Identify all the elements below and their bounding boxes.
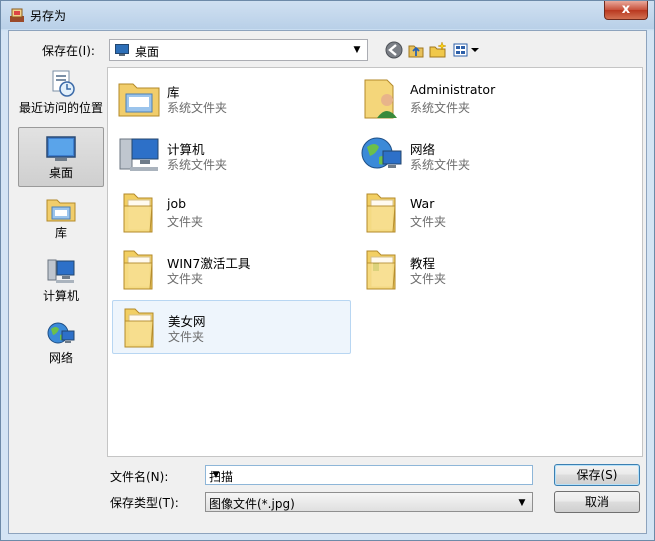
title-bar[interactable]: 另存为 x — [1, 1, 654, 29]
filetype-label: 保存类型(T): — [110, 496, 179, 510]
libraries-icon — [46, 199, 76, 222]
user-folder-icon — [364, 79, 397, 119]
filename-label: 文件名(N): — [110, 470, 169, 484]
chevron-down-icon[interactable]: ▼ — [515, 496, 529, 510]
network-icon — [361, 137, 402, 169]
cancel-button[interactable]: 取消 — [554, 491, 640, 513]
list-item[interactable]: 教程 文件夹 — [355, 243, 594, 297]
location-text: 桌面 — [135, 45, 160, 59]
list-item[interactable]: 美女网 文件夹 — [112, 300, 351, 354]
folder-icon — [123, 250, 153, 290]
item-type: 文件夹 — [167, 272, 204, 286]
save-as-dialog: 另存为 x 保存在(I): 桌面 ▼ 最近访问的位置 桌面 库 计算机 网络 库… — [0, 0, 655, 541]
place-label: 最近访问的位置 — [18, 101, 103, 115]
item-type: 文件夹 — [168, 330, 205, 344]
view-menu-icon[interactable] — [452, 40, 482, 60]
filename-field[interactable]: 扫描 ▼ — [205, 465, 533, 485]
app-icon — [10, 8, 24, 22]
libraries-icon — [118, 83, 160, 117]
item-type: 系统文件夹 — [410, 101, 471, 115]
new-folder-icon[interactable] — [428, 40, 448, 60]
filetype-select[interactable]: 图像文件(*.jpg) ▼ — [205, 492, 533, 512]
place-libraries[interactable]: 库 — [18, 194, 104, 246]
list-item[interactable]: 库 系统文件夹 — [112, 72, 351, 126]
folder-icon — [124, 308, 154, 348]
dialog-body: 保存在(I): 桌面 ▼ 最近访问的位置 桌面 库 计算机 网络 库 系统文件夹… — [8, 30, 647, 534]
place-label: 网络 — [48, 351, 73, 365]
place-recent[interactable]: 最近访问的位置 — [18, 69, 104, 121]
item-type: 系统文件夹 — [410, 158, 471, 172]
list-item[interactable]: 网络 系统文件夹 — [355, 129, 594, 183]
item-type: 文件夹 — [167, 215, 204, 229]
list-item[interactable]: Administrator 系统文件夹 — [355, 72, 594, 126]
recent-places-icon — [52, 70, 75, 97]
save-in-label: 保存在(I): — [42, 44, 95, 58]
computer-icon — [47, 259, 75, 283]
item-type: 文件夹 — [410, 272, 447, 286]
place-desktop[interactable]: 桌面 — [18, 127, 104, 187]
list-item[interactable]: WIN7激活工具 文件夹 — [112, 243, 351, 297]
item-name: War — [410, 196, 435, 211]
location-combo[interactable]: 桌面 ▼ — [109, 39, 368, 61]
back-icon[interactable] — [384, 40, 404, 60]
computer-icon — [119, 138, 159, 171]
item-type: 文件夹 — [410, 215, 447, 229]
chevron-down-icon[interactable]: ▼ — [350, 43, 364, 57]
up-folder-icon[interactable] — [406, 40, 426, 60]
file-list[interactable]: 库 系统文件夹 Administrator 系统文件夹 计算机 系统文件夹 网络… — [107, 67, 643, 457]
list-item[interactable]: War 文件夹 — [355, 186, 594, 240]
network-icon — [47, 322, 75, 344]
place-network[interactable]: 网络 — [18, 319, 104, 371]
item-name: job — [167, 196, 187, 211]
folder-icon — [366, 193, 396, 233]
item-type: 系统文件夹 — [167, 101, 228, 115]
place-computer[interactable]: 计算机 — [18, 257, 104, 309]
filetype-value: 图像文件(*.jpg) — [209, 497, 295, 511]
place-label: 桌面 — [48, 166, 73, 180]
folder-icon — [123, 193, 153, 233]
place-label: 计算机 — [42, 289, 79, 303]
folder-icon — [366, 250, 396, 290]
item-name: Administrator — [410, 82, 496, 97]
window-title: 另存为 — [30, 9, 67, 23]
list-item[interactable]: job 文件夹 — [112, 186, 351, 240]
close-button[interactable]: x — [604, 1, 648, 20]
save-button[interactable]: 保存(S) — [554, 464, 640, 486]
list-item[interactable]: 计算机 系统文件夹 — [112, 129, 351, 183]
place-label: 库 — [54, 226, 67, 240]
item-type: 系统文件夹 — [167, 158, 228, 172]
places-bar: 最近访问的位置 桌面 库 计算机 网络 — [16, 67, 106, 457]
chevron-down-icon[interactable]: ▼ — [209, 468, 223, 482]
desktop-icon — [46, 136, 76, 161]
desktop-icon — [115, 44, 129, 56]
